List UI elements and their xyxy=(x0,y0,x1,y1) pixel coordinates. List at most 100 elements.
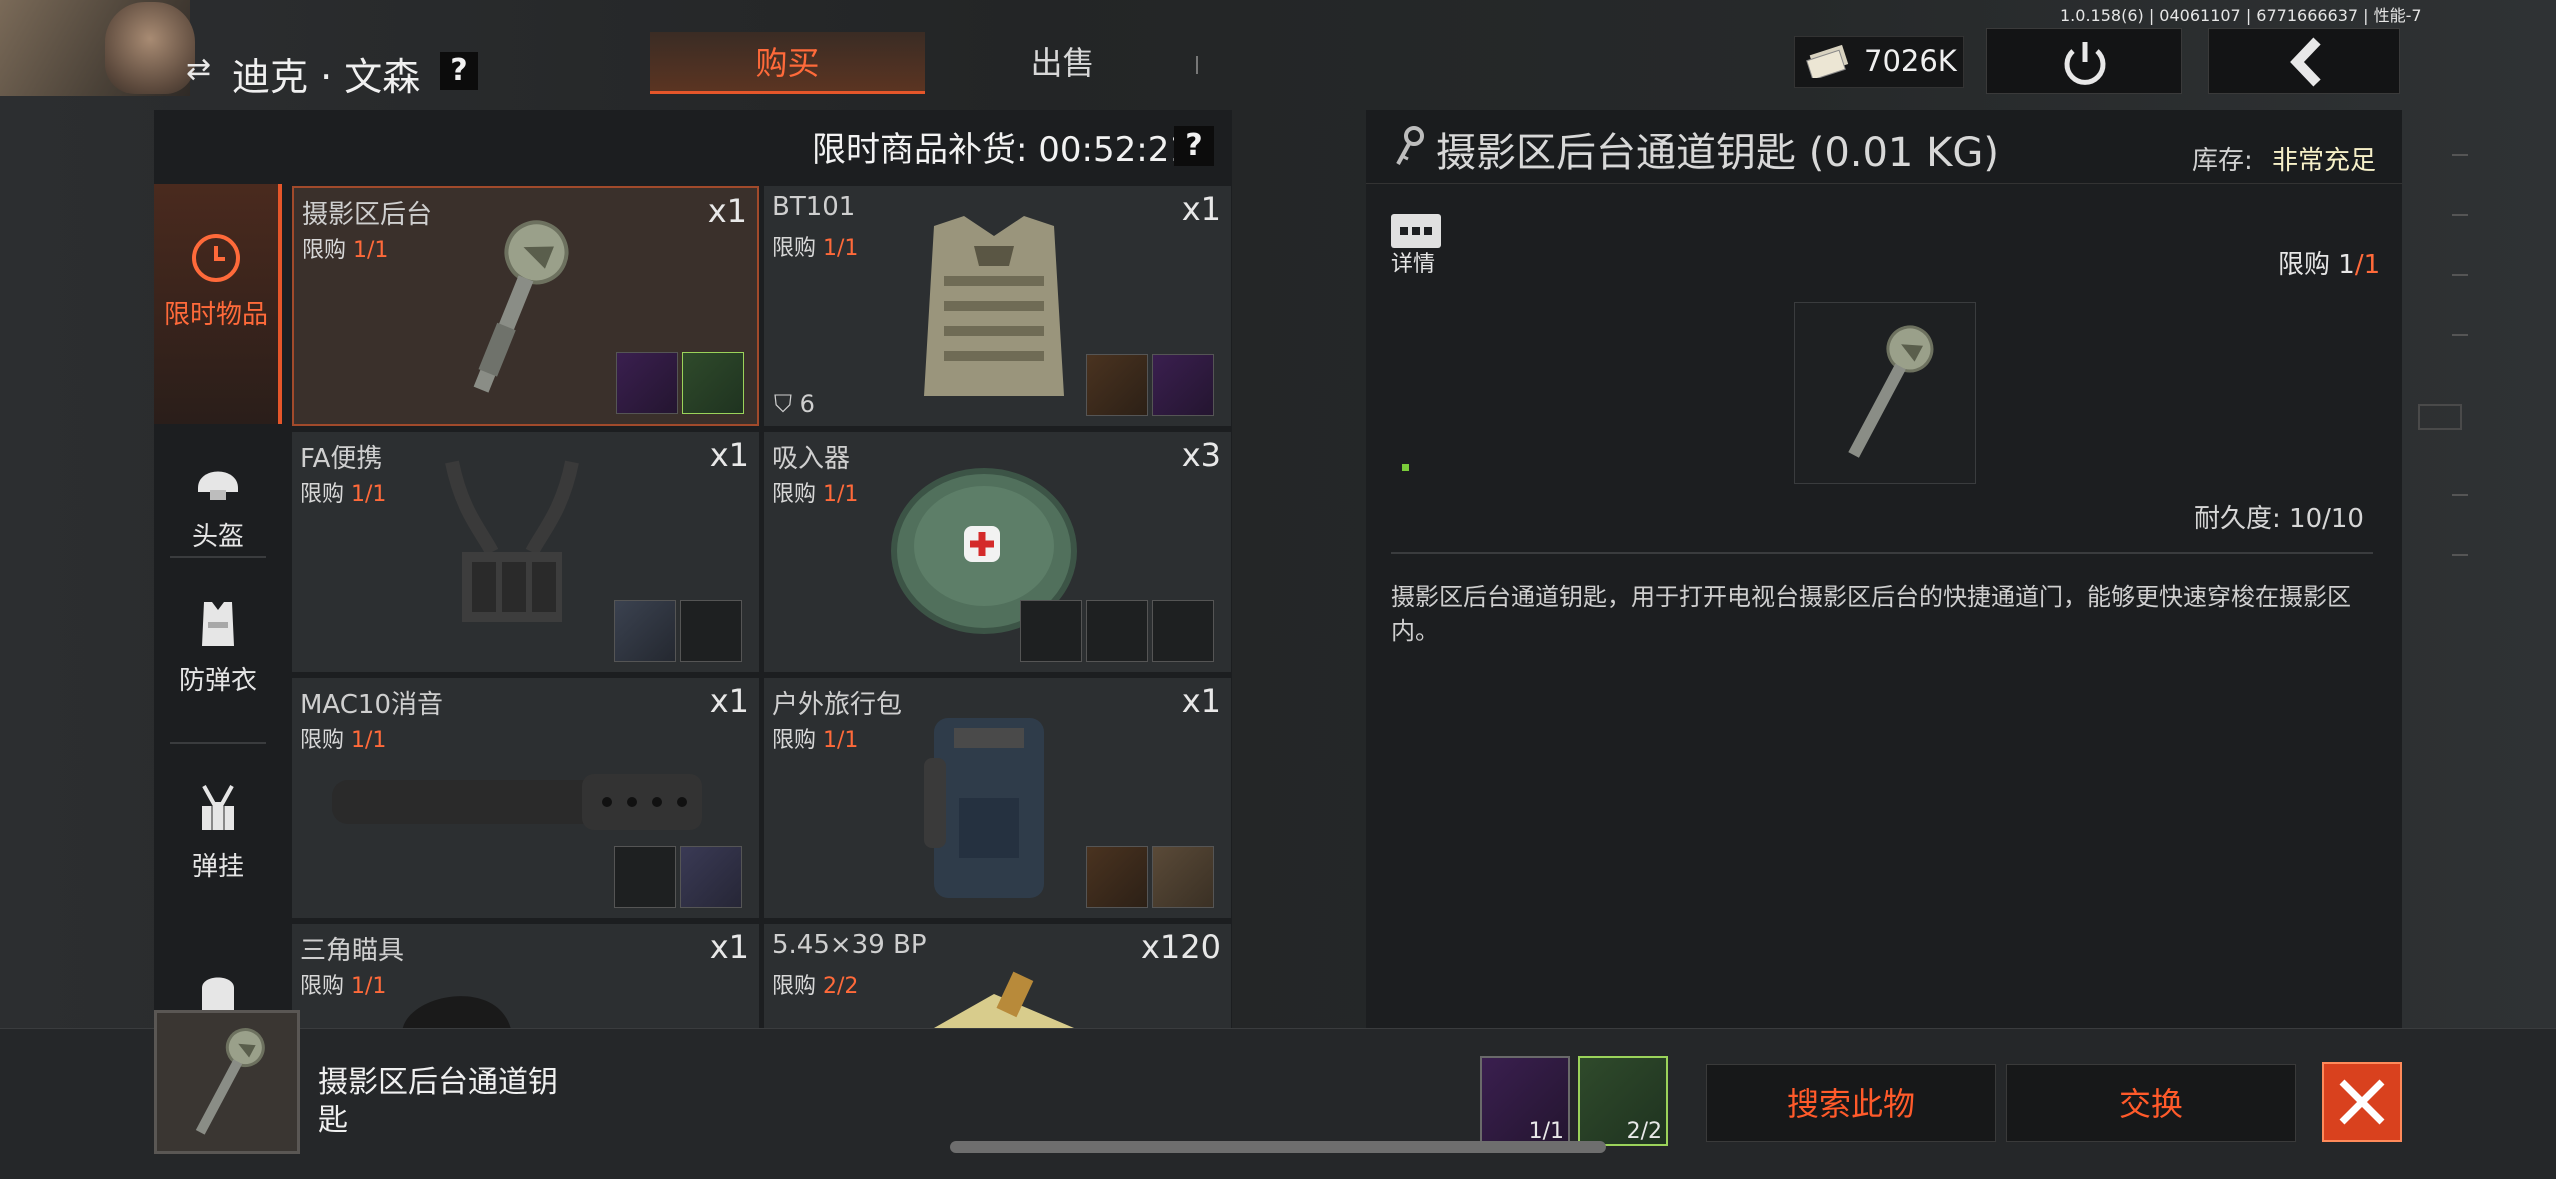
item-limit: 限购 1/1 xyxy=(772,236,859,261)
vest-icon xyxy=(202,602,234,646)
required-item-book[interactable] xyxy=(614,600,676,662)
item-limit: 限购 1/1 xyxy=(300,482,387,507)
item-limit: 限购 2/2 xyxy=(772,974,859,999)
item-name: 吸入器 xyxy=(772,444,851,474)
home-indicator[interactable] xyxy=(950,1141,1606,1153)
scope-icon xyxy=(402,996,511,1028)
item-qty: x1 xyxy=(709,928,749,966)
tab-buy[interactable]: 购买 xyxy=(650,32,925,94)
chevron-left-icon xyxy=(2290,37,2321,87)
durability: 耐久度: 10/10 xyxy=(2194,504,2364,534)
restock-timer: 限时商品补货: 00:52:21 xyxy=(812,130,1191,170)
back-button[interactable] xyxy=(2208,28,2400,94)
armor-level: ⛉ 6 xyxy=(774,390,815,418)
shop-item-card[interactable]: FA便携 限购 1/1 x1 xyxy=(292,432,759,672)
cash-icon xyxy=(1806,44,1849,78)
item-description: 摄影区后台通道钥匙，用于打开电视台摄影区后台的快捷通道门，能够更快速穿梭在摄影区… xyxy=(1391,583,2351,645)
chest-rig-item-icon xyxy=(445,460,579,622)
suppressor-icon xyxy=(332,774,702,830)
item-qty: x1 xyxy=(1181,190,1221,228)
shop-item-card[interactable]: 5.45×39 BP 限购 2/2 x120 xyxy=(764,924,1231,1028)
item-limit: 限购 1/1 xyxy=(300,974,387,999)
item-qty: x1 xyxy=(709,436,749,474)
item-name: MAC10消音 xyxy=(300,690,444,720)
shop-item-card[interactable]: 摄影区后台 限购 1/1 x1 xyxy=(292,186,759,426)
item-qty: x1 xyxy=(707,192,747,230)
key-icon xyxy=(1396,126,1424,165)
tab-sell[interactable]: 出售 xyxy=(925,32,1200,94)
power-button[interactable] xyxy=(1986,28,2182,94)
shop-item-card[interactable]: 吸入器 限购 1/1 x3 xyxy=(764,432,1231,672)
required-item-device[interactable] xyxy=(1086,354,1148,416)
status-dot xyxy=(1402,464,1409,471)
divider xyxy=(1391,552,2373,554)
character-name: 迪克 · 文森 xyxy=(232,55,421,99)
selected-item-thumbnail xyxy=(154,1010,300,1154)
key-icon xyxy=(1848,325,1934,458)
category-chest-rig[interactable]: 弹挂 xyxy=(154,782,282,882)
item-name: 5.45×39 BP xyxy=(772,930,927,960)
details-icon[interactable] xyxy=(1391,214,1441,248)
item-limit: 限购 1/1 xyxy=(300,728,387,753)
close-button[interactable] xyxy=(2322,1062,2402,1142)
help-button[interactable]: ? xyxy=(440,52,478,90)
version-info: 1.0.158(6) | 04061107 | 6771666637 | 性能-… xyxy=(2060,6,2422,25)
key-icon xyxy=(473,220,569,393)
character-portrait xyxy=(0,0,195,96)
exchange-requirement[interactable]: 2/2 xyxy=(1578,1056,1668,1146)
required-item-circuit-board[interactable] xyxy=(682,352,744,414)
required-item-tools[interactable] xyxy=(1086,846,1148,908)
item-preview xyxy=(1794,302,1976,484)
stock-value: 非常充足 xyxy=(2272,146,2377,176)
item-qty: x1 xyxy=(709,682,749,720)
category-vest[interactable]: 防弹衣 xyxy=(154,596,282,696)
key-icon xyxy=(195,1028,265,1135)
shop-item-card[interactable]: 三角瞄具 限购 1/1 x1 xyxy=(292,924,759,1028)
item-qty: x3 xyxy=(1181,436,1221,474)
item-name: BT101 xyxy=(772,192,856,222)
item-name: 户外旅行包 xyxy=(772,690,903,720)
item-limit: 限购 1/1 xyxy=(772,728,859,753)
required-item-bottle[interactable] xyxy=(680,846,742,908)
exchange-requirement[interactable]: 1/1 xyxy=(1480,1056,1570,1146)
required-item-gear[interactable] xyxy=(1020,600,1082,662)
shop-item-card[interactable]: 户外旅行包 限购 1/1 x1 xyxy=(764,678,1231,918)
armor-vest-icon xyxy=(924,216,1064,396)
required-item-camera[interactable] xyxy=(616,352,678,414)
item-limit: 限购 1/1 xyxy=(302,238,389,263)
required-item-cloth[interactable] xyxy=(1152,846,1214,908)
search-item-button[interactable]: 搜索此物 xyxy=(1706,1064,1996,1142)
chest-rig-icon xyxy=(202,785,234,830)
required-item-wire[interactable] xyxy=(1086,600,1148,662)
shop-item-card[interactable]: BT101 限购 1/1 x1 ⛉ 6 xyxy=(764,186,1231,426)
category-label: 弹挂 xyxy=(191,852,244,882)
category-limited[interactable]: 限时物品 xyxy=(154,184,282,424)
item-limit: 限购 1/1 xyxy=(772,482,859,507)
item-title: 摄影区后台通道钥匙 (0.01 KG) xyxy=(1436,130,1999,176)
clock-icon xyxy=(192,234,240,282)
category-helmet[interactable]: 头盔 xyxy=(154,452,282,552)
required-item-spray[interactable] xyxy=(1152,354,1214,416)
tab-divider xyxy=(1196,56,1198,74)
stock-label: 库存: xyxy=(2192,146,2253,176)
required-item-paper[interactable] xyxy=(680,600,742,662)
power-icon xyxy=(2064,42,2106,85)
item-detail-panel xyxy=(1366,110,2402,1028)
required-item-cable[interactable] xyxy=(1152,600,1214,662)
item-qty: x120 xyxy=(1140,928,1221,966)
edge-indicator-icon xyxy=(2418,404,2462,430)
ammo-icon xyxy=(934,971,1074,1028)
restock-help-button[interactable]: ? xyxy=(1174,126,1214,166)
exchange-button[interactable]: 交换 xyxy=(2006,1064,2296,1142)
category-label: 头盔 xyxy=(191,522,244,552)
item-name: 摄影区后台 xyxy=(302,200,433,230)
selected-item-name: 摄影区后台通道钥匙 xyxy=(318,1065,558,1138)
money-amount: 7026K xyxy=(1864,44,1957,78)
close-icon xyxy=(2339,1079,2385,1125)
swap-character-icon[interactable]: ⇄ xyxy=(186,52,222,88)
backpack-item-icon xyxy=(924,718,1044,898)
shop-item-card[interactable]: MAC10消音 限购 1/1 x1 xyxy=(292,678,759,918)
required-item-gauge[interactable] xyxy=(614,846,676,908)
details-label[interactable]: 详情 xyxy=(1391,246,1435,278)
helmet-icon xyxy=(198,471,238,500)
